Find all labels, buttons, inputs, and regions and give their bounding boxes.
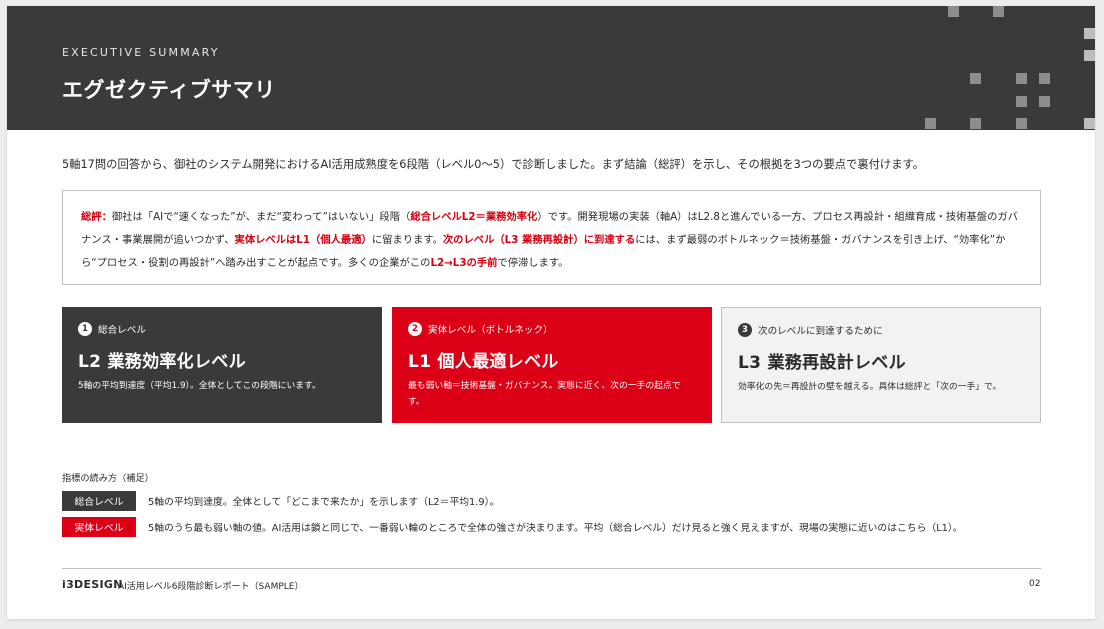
note-text: 5軸のうち最も弱い軸の値。AI活用は鎖と同じで、一番弱い輪のところで全体の強さが… <box>148 523 963 534</box>
note-row-actual: 実体レベル 5軸のうち最も弱い軸の値。AI活用は鎖と同じで、一番弱い輪のところで… <box>62 517 963 537</box>
note-row-overall: 総合レベル 5軸の平均到達度。全体として「どこまで来たか」を示します（L2＝平均… <box>62 491 499 511</box>
card-description: 最も弱い軸＝技術基盤・ガバナンス。実態に近く、次の一手の起点です。 <box>408 381 681 407</box>
card-label: 実体レベル（ボトルネック） <box>428 325 553 336</box>
page-title: エグゼクティブサマリ <box>62 78 276 102</box>
footer-report-title: AI活用レベル6段階診断レポート（SAMPLE） <box>118 582 304 592</box>
card-header: 2 実体レベル（ボトルネック） <box>408 321 696 337</box>
card-title: L3 業務再設計レベル <box>738 353 906 373</box>
tag-actual-level: 実体レベル <box>62 517 136 537</box>
number-badge: 2 <box>408 322 422 336</box>
card-header: 3 次のレベルに到達するために <box>738 322 1024 338</box>
summary-highlight-3: 次のレベル（L3 業務再設計）に到達する <box>442 234 636 246</box>
page-number: 02 <box>1029 579 1041 589</box>
card-description: 5軸の平均到達度（平均1.9）。全体としてこの段階にいます。 <box>78 381 321 391</box>
header-eyebrow: EXECUTIVE SUMMARY <box>62 46 220 59</box>
number-badge: 3 <box>738 323 752 337</box>
number-badge: 1 <box>78 322 92 336</box>
card-label: 総合レベル <box>98 325 146 336</box>
summary-label: 総評： <box>81 211 112 223</box>
brand-logo: i3DESIGN <box>62 578 123 591</box>
footer-divider <box>62 568 1041 569</box>
intro-text: 5軸17問の回答から、御社のシステム開発におけるAI活用成熟度を6段階（レベル0… <box>62 158 924 171</box>
card-overall-level: 1 総合レベル L2 業務効率化レベル 5軸の平均到達度（平均1.9）。全体とし… <box>62 307 382 423</box>
summary-highlight-4: L2→L3の手前 <box>430 257 498 269</box>
summary-box: 総評：御社は「AIで“速くなった”が、まだ“変わって”はいない」段階（総合レベル… <box>62 190 1041 285</box>
report-page: EXECUTIVE SUMMARY エグゼクティブサマリ 5軸17問の回答から、… <box>7 6 1095 619</box>
summary-text-3: に留まります。 <box>371 234 443 246</box>
card-header: 1 総合レベル <box>78 321 366 337</box>
summary-highlight-1: 総合レベルL2＝業務効率化 <box>410 211 538 223</box>
page-header: EXECUTIVE SUMMARY エグゼクティブサマリ <box>7 6 1095 130</box>
summary-highlight-2: 実体レベルはL1（個人最適） <box>234 234 372 246</box>
card-title: L1 個人最適レベル <box>408 352 559 372</box>
card-description: 効率化の先＝再設計の壁を越える。具体は総評と「次の一手」で。 <box>738 382 1002 392</box>
summary-text-5: で停滞します。 <box>497 257 569 269</box>
card-next-level: 3 次のレベルに到達するために L3 業務再設計レベル 効率化の先＝再設計の壁を… <box>721 307 1041 423</box>
tag-overall-level: 総合レベル <box>62 491 136 511</box>
card-actual-level: 2 実体レベル（ボトルネック） L1 個人最適レベル 最も弱い軸＝技術基盤・ガバ… <box>392 307 712 423</box>
notes-title: 指標の読み方（補足） <box>62 473 154 484</box>
card-title: L2 業務効率化レベル <box>78 352 246 372</box>
note-text: 5軸の平均到達度。全体として「どこまで来たか」を示します（L2＝平均1.9）。 <box>148 497 500 508</box>
card-label: 次のレベルに到達するために <box>758 326 883 337</box>
summary-text-1: 御社は「AIで“速くなった”が、まだ“変わって”はいない」段階（ <box>111 211 411 223</box>
